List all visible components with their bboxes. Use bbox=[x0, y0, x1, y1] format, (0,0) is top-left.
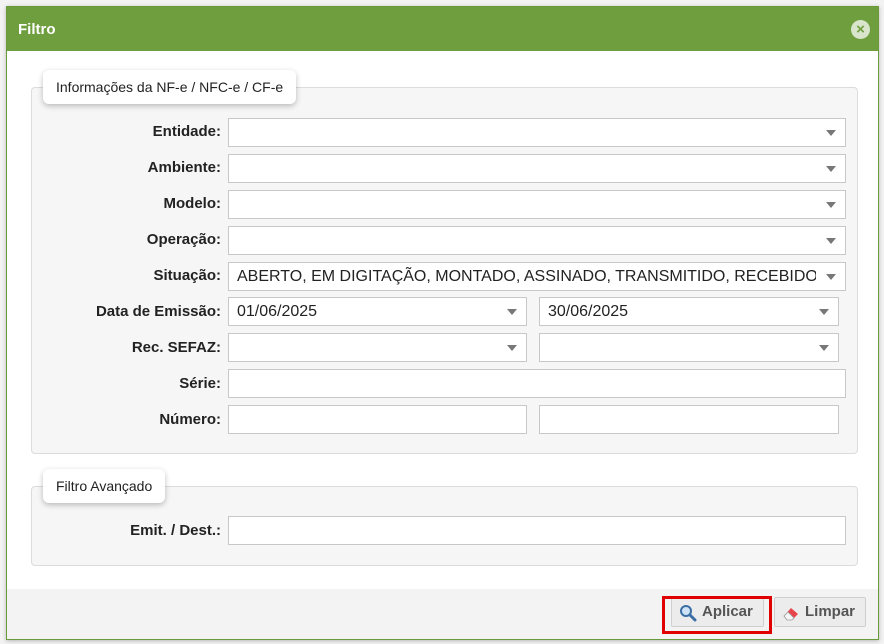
close-icon[interactable]: × bbox=[851, 20, 870, 39]
chevron-down-icon bbox=[819, 345, 829, 351]
eraser-icon bbox=[783, 608, 798, 621]
dialog-footer: Aplicar Limpar bbox=[7, 589, 878, 639]
advanced-filter-legend: Filtro Avançado bbox=[43, 469, 166, 503]
serie-input[interactable] bbox=[228, 369, 846, 398]
dialog-titlebar: Filtro × bbox=[7, 7, 878, 51]
ambiente-select[interactable] bbox=[228, 154, 846, 183]
rec-sefaz-to-select[interactable] bbox=[539, 333, 839, 362]
emit-dest-label: Emit. / Dest.: bbox=[130, 522, 221, 539]
rec-sefaz-from-select[interactable] bbox=[228, 333, 527, 362]
rec-sefaz-label: Rec. SEFAZ: bbox=[131, 339, 221, 356]
situacao-label: Situação: bbox=[153, 267, 221, 284]
chevron-down-icon bbox=[507, 309, 517, 315]
data-emissao-from-select[interactable]: 01/06/2025 bbox=[228, 297, 527, 326]
operacao-label: Operação: bbox=[146, 231, 221, 248]
entidade-label: Entidade: bbox=[152, 123, 221, 140]
chevron-down-icon bbox=[826, 238, 836, 244]
ambiente-label: Ambiente: bbox=[147, 159, 221, 176]
situacao-select[interactable]: ABERTO, EM DIGITAÇÃO, MONTADO, ASSINADO,… bbox=[228, 262, 846, 291]
numero-from-input[interactable] bbox=[228, 405, 527, 434]
chevron-down-icon bbox=[826, 274, 836, 280]
chevron-down-icon bbox=[826, 166, 836, 172]
numero-label: Número: bbox=[159, 411, 221, 428]
magnifier-icon bbox=[680, 605, 697, 622]
apply-button[interactable]: Aplicar bbox=[671, 597, 764, 627]
emit-dest-input[interactable] bbox=[228, 516, 846, 545]
chevron-down-icon bbox=[826, 130, 836, 136]
filter-dialog: Filtro × Informações da NF-e / NFC-e / C… bbox=[6, 6, 879, 640]
data-emissao-label: Data de Emissão: bbox=[95, 303, 221, 320]
modelo-label: Modelo: bbox=[163, 195, 222, 212]
operacao-select[interactable] bbox=[228, 226, 846, 255]
entidade-select[interactable] bbox=[228, 118, 846, 147]
clear-button[interactable]: Limpar bbox=[774, 597, 867, 627]
numero-to-input[interactable] bbox=[539, 405, 839, 434]
nfe-info-legend: Informações da NF-e / NFC-e / CF-e bbox=[43, 70, 297, 104]
serie-label: Série: bbox=[179, 375, 221, 392]
modelo-select[interactable] bbox=[228, 190, 846, 219]
data-emissao-to-select[interactable]: 30/06/2025 bbox=[539, 297, 839, 326]
chevron-down-icon bbox=[826, 202, 836, 208]
dialog-title: Filtro bbox=[18, 21, 56, 38]
chevron-down-icon bbox=[507, 345, 517, 351]
chevron-down-icon bbox=[819, 309, 829, 315]
